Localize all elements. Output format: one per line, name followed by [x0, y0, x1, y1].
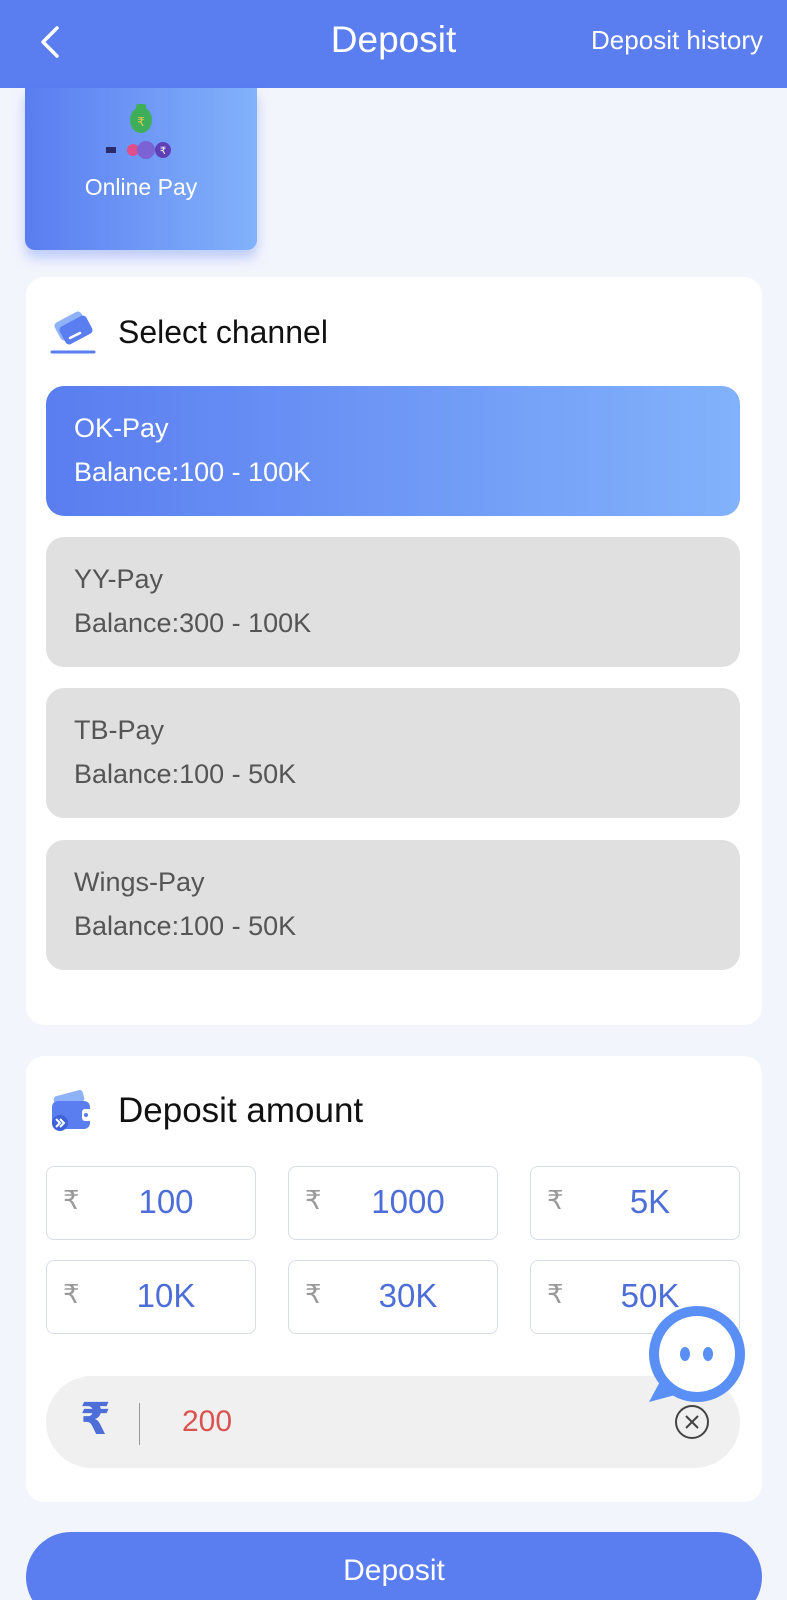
amount-preset-value: 10K — [136, 1277, 196, 1314]
svg-text:₹: ₹ — [137, 115, 145, 129]
amount-input-container: ₹ — [46, 1376, 740, 1468]
app-header: Deposit Deposit history — [0, 0, 787, 88]
channel-balance: Balance:300 - 100K — [74, 608, 312, 638]
payment-type-label: Online Pay — [84, 174, 198, 200]
amount-preset-10k[interactable]: ₹ 10K — [46, 1260, 256, 1334]
card-icon — [50, 311, 96, 354]
channel-name: Wings-Pay — [74, 867, 205, 897]
channel-name: TB-Pay — [74, 715, 165, 745]
amount-preset-100[interactable]: ₹ 100 — [46, 1166, 256, 1240]
channel-balance: Balance:100 - 50K — [74, 911, 297, 941]
deposit-amount-title: Deposit amount — [118, 1091, 364, 1130]
clear-circle-icon[interactable] — [674, 1404, 710, 1440]
amount-preset-30k[interactable]: ₹ 30K — [288, 1260, 498, 1334]
rupee-icon: ₹ — [63, 1279, 80, 1309]
amount-preset-value: 5K — [629, 1183, 671, 1220]
amount-preset-value: 30K — [378, 1277, 438, 1314]
select-channel-panel: Select channel OK-Pay Balance:100 - 100K… — [26, 277, 762, 1025]
amount-preset-1000[interactable]: ₹ 1000 — [288, 1166, 498, 1240]
deposit-history-link[interactable]: Deposit history — [591, 22, 763, 58]
deposit-button[interactable]: Deposit — [26, 1532, 762, 1600]
rupee-icon: ₹ — [547, 1279, 564, 1309]
channel-balance: Balance:100 - 100K — [74, 457, 312, 487]
rupee-icon: ₹ — [305, 1279, 322, 1309]
rupee-icon: ₹ — [547, 1185, 564, 1215]
channel-option-yy-pay[interactable]: YY-Pay Balance:300 - 100K — [46, 537, 740, 667]
channel-option-ok-pay[interactable]: OK-Pay Balance:100 - 100K — [46, 386, 740, 516]
wallet-icon — [52, 1089, 92, 1131]
amount-preset-5k[interactable]: ₹ 5K — [530, 1166, 740, 1240]
channel-name: YY-Pay — [74, 564, 164, 594]
chat-support-icon[interactable] — [645, 1306, 747, 1406]
input-divider — [139, 1403, 140, 1445]
rupee-icon: ₹ — [80, 1395, 111, 1444]
deposit-amount-header: Deposit amount — [48, 1086, 363, 1136]
amount-preset-value: 1000 — [371, 1183, 445, 1220]
channel-name: OK-Pay — [74, 413, 169, 443]
channel-balance: Balance:100 - 50K — [74, 759, 297, 789]
amount-preset-value: 100 — [138, 1183, 194, 1220]
payment-type-online-pay[interactable]: ₹ ₹ Online Pay — [25, 88, 257, 250]
rupee-icon: ₹ — [305, 1185, 322, 1215]
select-channel-header: Select channel — [48, 307, 328, 357]
channel-option-tb-pay[interactable]: TB-Pay Balance:100 - 50K — [46, 688, 740, 818]
svg-text:₹: ₹ — [160, 146, 166, 157]
amount-input[interactable] — [182, 1398, 622, 1446]
rupee-icon: ₹ — [63, 1185, 80, 1215]
select-channel-title: Select channel — [118, 313, 328, 350]
deposit-amount-panel: Deposit amount ₹ 100 ₹ 1000 ₹ 5K ₹ 10K ₹… — [26, 1056, 762, 1502]
online-pay-logo-icon: ₹ ₹ — [106, 104, 171, 159]
channel-option-wings-pay[interactable]: Wings-Pay Balance:100 - 50K — [46, 840, 740, 970]
